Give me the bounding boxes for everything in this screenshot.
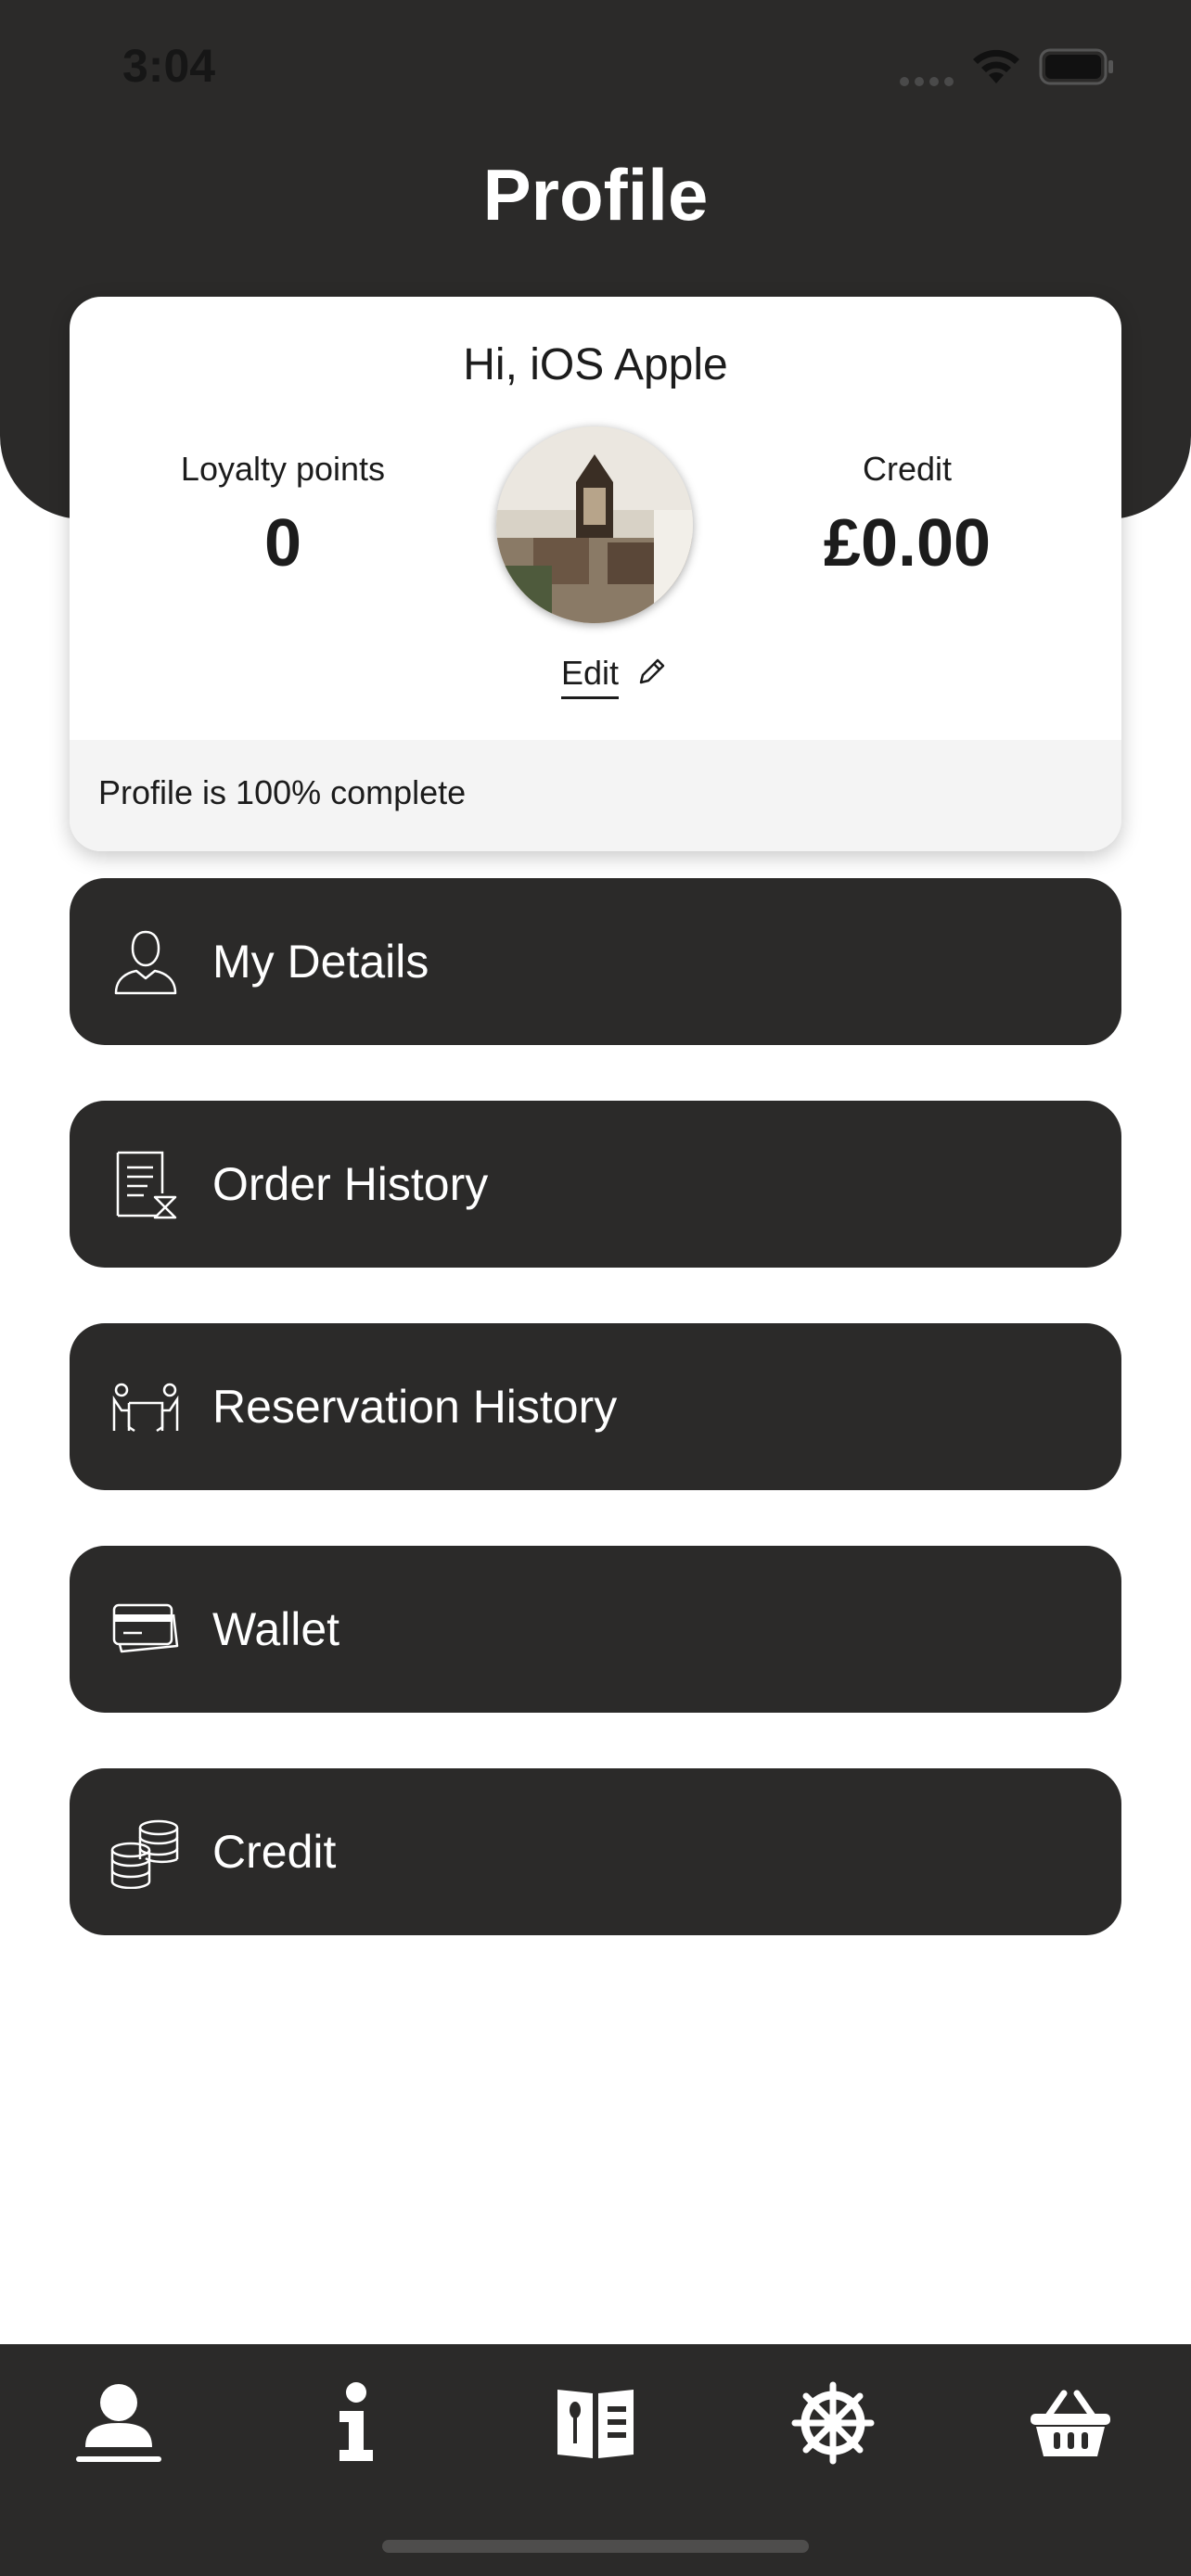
menu-item-wallet[interactable]: Wallet bbox=[70, 1546, 1121, 1713]
signal-icon bbox=[900, 74, 959, 91]
pencil-icon[interactable] bbox=[635, 657, 667, 688]
info-icon bbox=[339, 2382, 373, 2461]
menu-item-label: My Details bbox=[212, 936, 429, 988]
menu-item-credit[interactable]: Credit bbox=[70, 1768, 1121, 1935]
greeting-text: Hi, iOS Apple bbox=[463, 340, 728, 389]
menu-item-label: Wallet bbox=[212, 1603, 340, 1655]
profile-completion-bar: Profile is 100% complete bbox=[70, 740, 1121, 851]
avatar-photo bbox=[496, 427, 693, 623]
coins-icon bbox=[110, 1819, 179, 1889]
home-indicator[interactable] bbox=[382, 2540, 809, 2553]
page-title: Profile bbox=[482, 154, 709, 236]
menu-item-label: Reservation History bbox=[212, 1381, 618, 1433]
loyalty-points-label: Loyalty points bbox=[180, 450, 386, 488]
battery-icon bbox=[1039, 48, 1113, 85]
dining-table-icon bbox=[112, 1383, 179, 1433]
menu-item-my-details[interactable]: My Details bbox=[70, 878, 1121, 1045]
credit-label: Credit bbox=[862, 450, 953, 488]
credit-value: £0.00 bbox=[823, 506, 992, 580]
basket-icon bbox=[1031, 2390, 1110, 2456]
menu-item-label: Credit bbox=[212, 1826, 337, 1878]
status-bar: 3:04 bbox=[0, 0, 1191, 139]
edit-profile-link[interactable]: Edit bbox=[561, 654, 620, 699]
profile-icon bbox=[76, 2384, 161, 2462]
tab-menu[interactable] bbox=[477, 2344, 714, 2502]
menu-item-reservation-history[interactable]: Reservation History bbox=[70, 1323, 1121, 1490]
user-icon bbox=[114, 930, 177, 995]
tab-profile[interactable] bbox=[0, 2344, 237, 2502]
receipt-hourglass-icon bbox=[116, 1151, 177, 1219]
ship-wheel-icon bbox=[791, 2381, 875, 2465]
tab-info[interactable] bbox=[237, 2344, 475, 2502]
profile-completion-text: Profile is 100% complete bbox=[98, 773, 467, 811]
credit-card-icon bbox=[112, 1603, 179, 1653]
avatar[interactable] bbox=[496, 427, 693, 623]
loyalty-points-stat: Loyalty points 0 bbox=[134, 450, 431, 581]
wifi-icon bbox=[973, 49, 1019, 83]
menu-book-icon bbox=[557, 2390, 634, 2458]
menu-item-order-history[interactable]: Order History bbox=[70, 1101, 1121, 1268]
menu-item-label: Order History bbox=[212, 1158, 489, 1210]
profile-card: Hi, iOS Apple Loyalty points 0 Credit £0… bbox=[70, 297, 1121, 851]
loyalty-points-value: 0 bbox=[263, 506, 302, 580]
status-time: 3:04 bbox=[122, 40, 216, 92]
tab-settings[interactable] bbox=[714, 2344, 952, 2502]
tab-basket[interactable] bbox=[952, 2344, 1189, 2502]
credit-stat: Credit £0.00 bbox=[759, 450, 1056, 581]
